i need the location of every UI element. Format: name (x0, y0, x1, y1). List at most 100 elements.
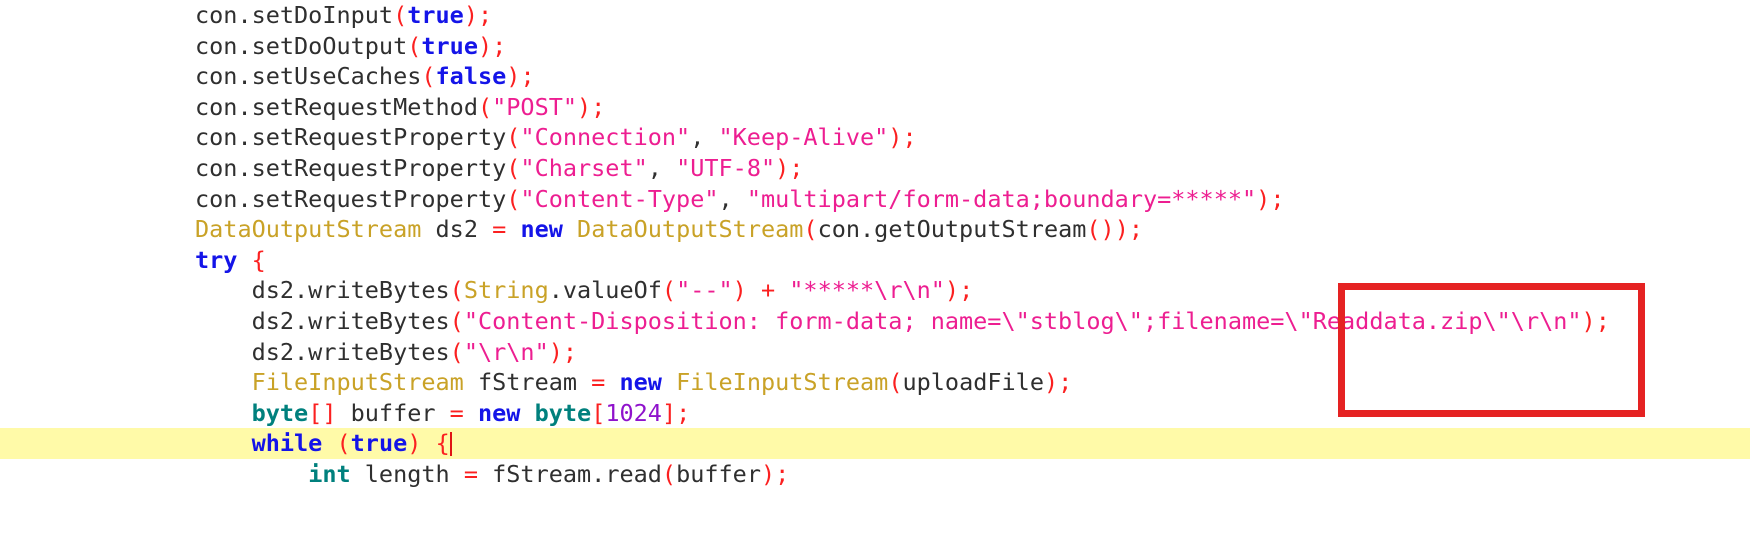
token-punct: { (435, 429, 450, 458)
code-line[interactable]: con.setUseCaches(false); (0, 61, 1750, 92)
code-line[interactable]: ds2.writeBytes("Content-Disposition: for… (0, 306, 1750, 337)
code-line[interactable]: con.setDoInput(true); (0, 0, 1750, 31)
token-punct: ( (661, 459, 677, 488)
code-line-highlighted[interactable]: while (true) { (0, 428, 1750, 459)
token-punct: ; (562, 337, 578, 366)
token-punct: ) (577, 92, 592, 121)
code-line-text: con.setRequestProperty("Charset", "UTF-8… (0, 153, 803, 184)
token-punct: = (591, 368, 606, 397)
text-cursor-caret (449, 432, 452, 457)
token-punct: ) (477, 31, 493, 60)
token-plain: length (350, 459, 464, 488)
token-string: "multipart/form-data;boundary=*****" (746, 184, 1257, 213)
code-line-text: con.setRequestMethod("POST"); (0, 92, 605, 123)
code-line[interactable]: ds2.writeBytes("\r\n"); (0, 337, 1750, 368)
token-plain: con.setDoOutput (195, 31, 408, 60)
token-punct: ) (1581, 306, 1596, 335)
token-keyword: true (421, 31, 478, 60)
token-plain: con.setRequestProperty (195, 184, 507, 213)
token-plain: , (647, 153, 662, 182)
token-plain: con.setRequestProperty (195, 153, 507, 182)
token-punct: ( (421, 62, 436, 91)
token-punct: ) (760, 459, 776, 488)
token-punct: ) (775, 153, 790, 182)
token-type: int (308, 459, 351, 488)
token-punct: ( (661, 276, 677, 305)
token-string: "POST" (492, 92, 578, 121)
token-plain: con.setDoInput (195, 1, 394, 29)
token-plain: con.setRequestProperty (195, 123, 507, 152)
code-line[interactable]: FileInputStream fStream = new FileInputS… (0, 367, 1750, 398)
token-punct: = (492, 215, 507, 244)
token-punct: ( (888, 368, 903, 397)
token-punct: ] (661, 398, 677, 427)
token-plain: ds2.writeBytes (195, 276, 450, 305)
token-punct: ; (789, 153, 804, 182)
code-line[interactable]: byte[] buffer = new byte[1024]; (0, 398, 1750, 429)
token-plain: ds2.writeBytes (195, 337, 450, 366)
token-punct: ( (477, 92, 493, 121)
token-plain: ds2.writeBytes (195, 306, 450, 335)
code-line[interactable]: con.setRequestProperty("Connection", "Ke… (0, 122, 1750, 153)
token-string: "Content-Type" (520, 184, 719, 213)
token-punct: ; (492, 31, 507, 60)
code-line-text: DataOutputStream ds2 = new DataOutputStr… (0, 214, 1143, 245)
code-line[interactable]: ds2.writeBytes(String.valueOf("--") + "*… (0, 275, 1750, 306)
token-punct: () (1086, 215, 1115, 244)
token-keyword: new (477, 398, 521, 427)
code-editor-viewport[interactable]: con.setDoInput(true); con.setDoOutput(tru… (0, 0, 1750, 544)
code-line-text: con.setUseCaches(false); (0, 61, 535, 92)
code-line-text: con.setDoOutput(true); (0, 31, 506, 62)
token-plain: con.setUseCaches (195, 62, 422, 91)
token-punct: ) (944, 276, 960, 305)
token-punct: ( (393, 1, 408, 29)
token-punct: ) (1256, 184, 1271, 213)
token-punct: ; (1595, 306, 1610, 335)
code-line[interactable]: DataOutputStream ds2 = new DataOutputStr… (0, 214, 1750, 245)
token-punct: ; (959, 276, 974, 305)
code-line-text: ds2.writeBytes("\r\n"); (0, 337, 577, 368)
code-line-text: while (true) { (0, 428, 452, 459)
code-line-text: FileInputStream fStream = new FileInputS… (0, 367, 1073, 398)
code-line[interactable]: con.setDoOutput(true); (0, 31, 1750, 62)
token-plain: , (718, 184, 733, 213)
code-line-text: ds2.writeBytes(String.valueOf("--") + "*… (0, 275, 974, 306)
token-class: DataOutputStream (195, 215, 422, 244)
token-plain: fStream.read (477, 459, 662, 488)
token-keyword: true (350, 429, 408, 458)
token-punct: ( (449, 306, 464, 335)
token-plain: buffer (336, 398, 450, 427)
token-string: "--" (676, 276, 733, 305)
code-line[interactable]: int length = fStream.read(buffer); (0, 459, 1750, 490)
code-line[interactable]: con.setRequestMethod("POST"); (0, 92, 1750, 123)
token-punct: ) (548, 337, 563, 366)
token-type: byte (251, 398, 309, 427)
code-line[interactable]: try { (0, 245, 1750, 276)
token-punct: = (449, 398, 464, 427)
token-class: FileInputStream (676, 368, 889, 397)
token-punct: ) (506, 62, 521, 91)
token-string: "*****\r\n" (789, 276, 945, 305)
code-line[interactable]: con.setRequestProperty("Content-Type", "… (0, 184, 1750, 215)
token-punct: ) (1043, 368, 1059, 397)
code-line[interactable]: con.setRequestProperty("Charset", "UTF-8… (0, 153, 1750, 184)
token-punct: ( (449, 276, 464, 305)
code-line-text: try { (0, 245, 266, 276)
token-string: "Charset" (520, 153, 648, 182)
code-line-text: con.setRequestProperty("Connection", "Ke… (0, 122, 917, 153)
token-plain: con.setRequestMethod (195, 92, 478, 121)
token-punct: ( (506, 123, 521, 152)
token-keyword: false (435, 62, 507, 91)
